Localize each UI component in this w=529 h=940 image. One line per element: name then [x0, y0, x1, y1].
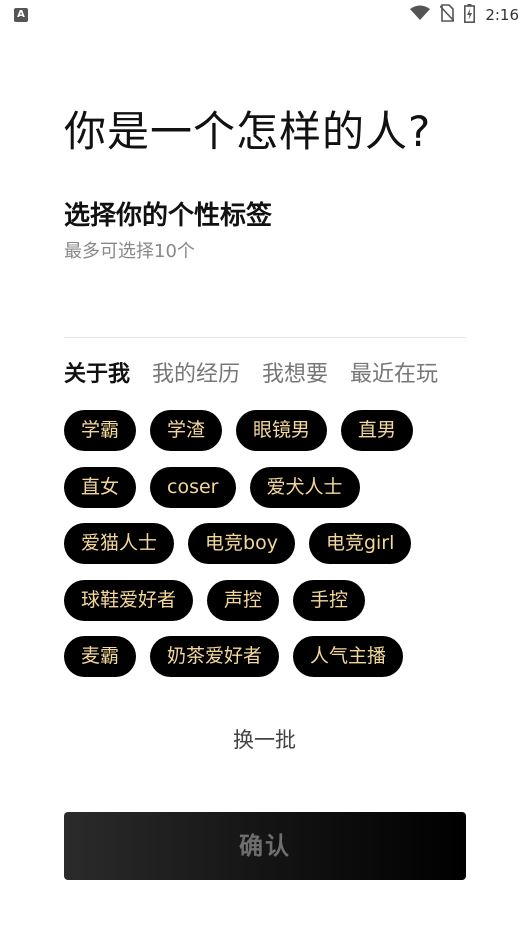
tag-chip[interactable]: 直女: [64, 467, 137, 508]
tag-chip[interactable]: 电竞girl: [308, 523, 412, 564]
tag-row: 直女 coser 爱犬人士: [64, 467, 360, 508]
tag-chip[interactable]: 学渣: [150, 410, 223, 451]
tag-chip[interactable]: 直男: [341, 410, 414, 451]
divider: [64, 337, 466, 338]
tag-chip[interactable]: coser: [150, 467, 236, 508]
section-subtitle: 选择你的个性标签: [64, 201, 273, 231]
tab-i-want[interactable]: 我想要: [262, 356, 328, 388]
tag-chip[interactable]: 爱犬人士: [249, 467, 360, 508]
status-icons: 2:16: [410, 3, 519, 27]
app-notification-icon: A: [14, 8, 28, 22]
tag-chip[interactable]: 声控: [207, 580, 280, 621]
tag-chip[interactable]: 麦霸: [64, 636, 137, 677]
category-tabs: 关于我 我的经历 我想要 最近在玩: [64, 356, 438, 388]
tag-row: 球鞋爱好者 声控 手控: [64, 580, 366, 621]
tag-chip[interactable]: 学霸: [64, 410, 137, 451]
tag-row: 麦霸 奶茶爱好者 人气主播: [64, 636, 404, 677]
refresh-tags-button[interactable]: 换一批: [0, 724, 529, 754]
tag-chip[interactable]: 手控: [293, 580, 366, 621]
tag-chip[interactable]: 眼镜男: [236, 410, 328, 451]
wifi-icon: [410, 5, 431, 25]
tag-chip[interactable]: 奶茶爱好者: [150, 636, 280, 677]
tag-chip[interactable]: 球鞋爱好者: [64, 580, 194, 621]
tag-chip[interactable]: 爱猫人士: [64, 523, 175, 564]
confirm-button[interactable]: 确认: [64, 812, 466, 880]
selection-limit-hint: 最多可选择10个: [64, 241, 195, 262]
tab-about-me[interactable]: 关于我: [64, 356, 130, 388]
status-bar: A 2:16: [0, 0, 529, 30]
tag-chip[interactable]: 人气主播: [293, 636, 404, 677]
page-title: 你是一个怎样的人?: [64, 107, 432, 156]
clock: 2:16: [485, 6, 519, 24]
tab-recently-playing[interactable]: 最近在玩: [350, 356, 438, 388]
tag-row: 学霸 学渣 眼镜男 直男: [64, 410, 414, 451]
battery-charging-icon: [464, 3, 476, 27]
no-sim-icon: [439, 4, 455, 26]
tag-chip[interactable]: 电竞boy: [188, 523, 295, 564]
tag-row: 爱猫人士 电竞boy 电竞girl: [64, 523, 412, 564]
tab-my-experience[interactable]: 我的经历: [152, 356, 240, 388]
